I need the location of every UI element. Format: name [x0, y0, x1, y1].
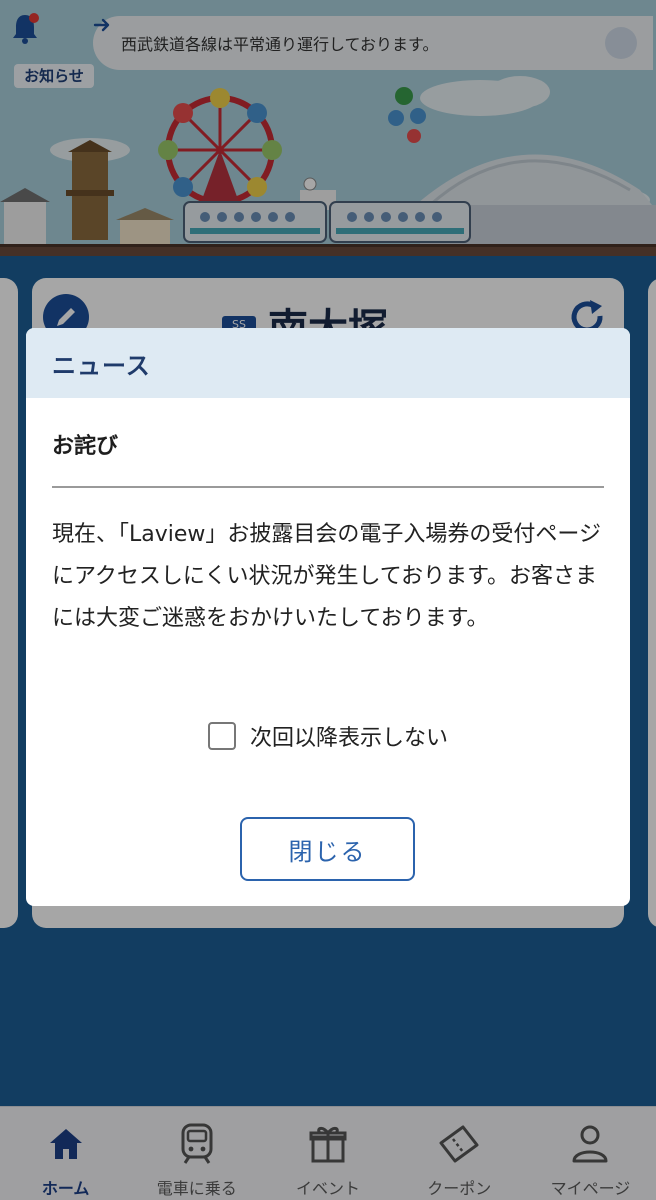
- tab-home[interactable]: ホーム: [0, 1107, 131, 1200]
- dont-show-again-row[interactable]: 次回以降表示しない: [26, 720, 630, 752]
- ticket-icon: [439, 1125, 479, 1163]
- divider: [52, 486, 604, 488]
- tab-label: イベント: [296, 1179, 361, 1198]
- tab-ride-train[interactable]: 電車に乗る: [131, 1107, 262, 1200]
- news-body: 現在、「Laview」お披露目会の電子入場券の受付ページにアクセスしにくい状況が…: [52, 522, 601, 631]
- home-icon: [49, 1129, 82, 1159]
- gift-icon: [309, 1126, 347, 1163]
- dont-show-again-label[interactable]: 次回以降表示しない: [250, 720, 448, 752]
- person-icon: [572, 1125, 608, 1163]
- dialog-header: ニュース: [26, 328, 630, 398]
- dont-show-again-checkbox[interactable]: [207, 722, 236, 750]
- tab-label: マイページ: [550, 1179, 631, 1198]
- news-title: お詫び: [52, 434, 119, 459]
- tab-event[interactable]: イベント: [262, 1107, 393, 1200]
- tab-coupon[interactable]: クーポン: [394, 1107, 525, 1200]
- tab-label: 電車に乗る: [156, 1179, 237, 1198]
- tab-label: ホーム: [41, 1179, 90, 1198]
- bottom-tab-bar: ホーム 電車に乗る イベント クーポン マイページ: [0, 1106, 656, 1200]
- tab-label: クーポン: [427, 1179, 492, 1198]
- dialog-title: ニュース: [52, 351, 151, 380]
- train-icon: [181, 1123, 213, 1164]
- close-button[interactable]: 閉じる: [240, 817, 415, 881]
- news-dialog: ニュース お詫び 現在、「Laview」お披露目会の電子入場券の受付ページにアク…: [26, 328, 630, 906]
- tab-mypage[interactable]: マイページ: [525, 1107, 656, 1200]
